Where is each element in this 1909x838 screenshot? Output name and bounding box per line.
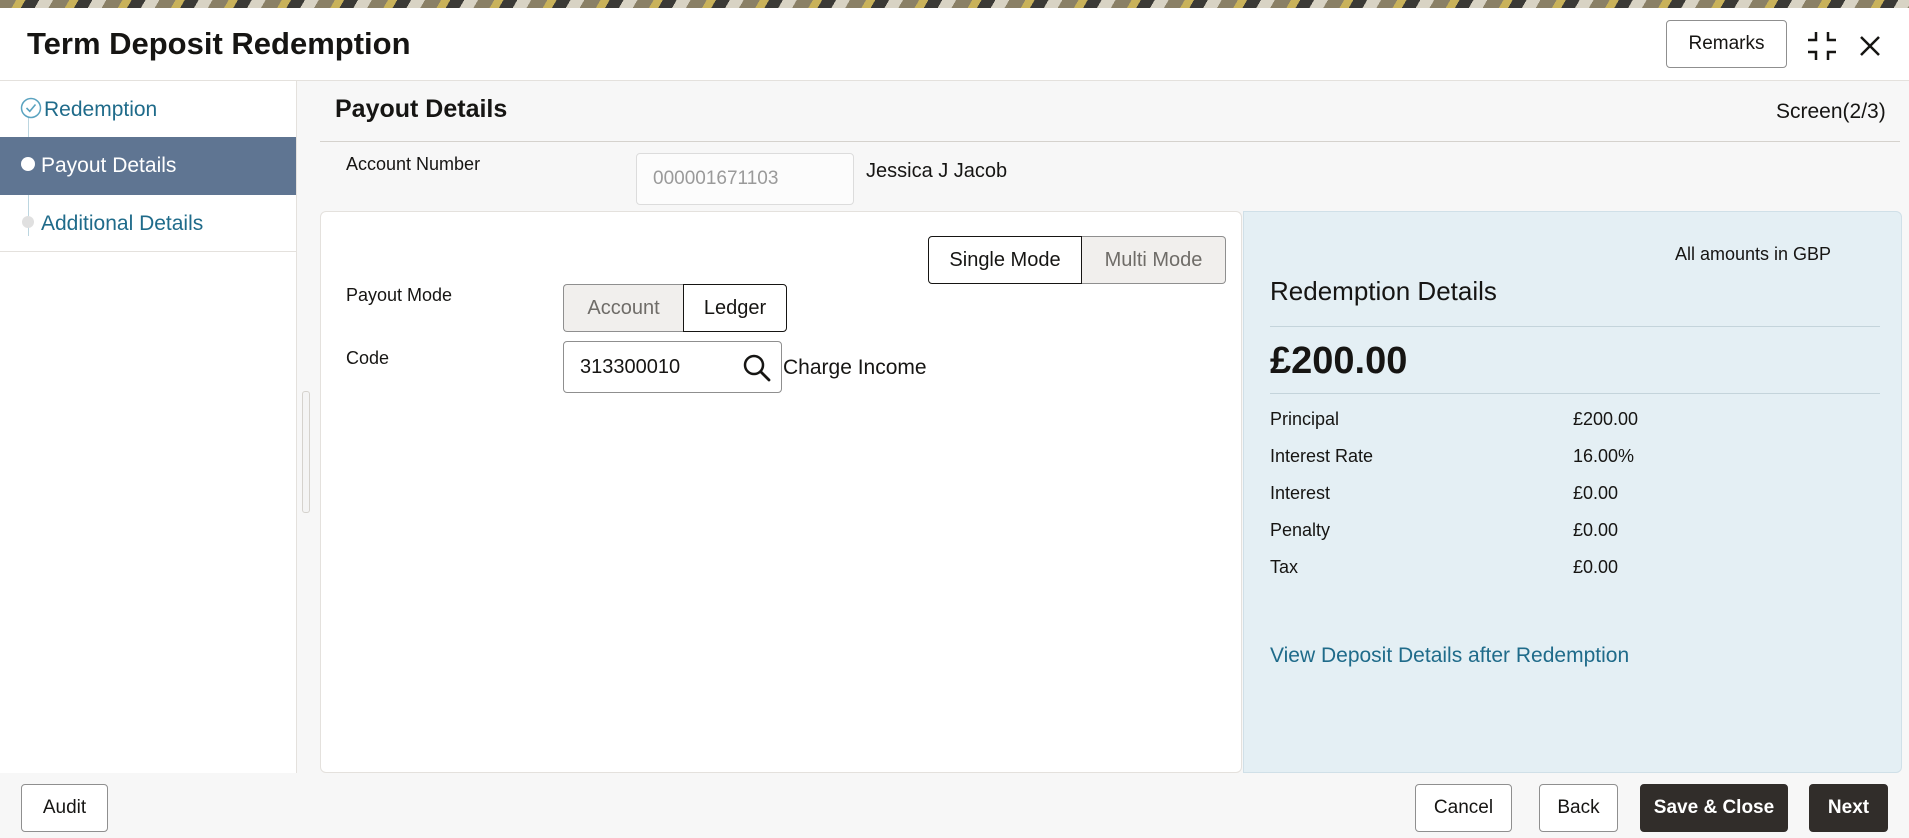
code-input[interactable] [564, 342, 734, 392]
view-deposit-details-link[interactable]: View Deposit Details after Redemption [1270, 644, 1629, 668]
next-button[interactable]: Next [1809, 784, 1888, 832]
summary-row-value: £0.00 [1573, 520, 1619, 540]
page-header: Term Deposit Redemption Remarks [0, 8, 1909, 81]
sidebar-divider [0, 251, 296, 252]
summary-row-label: Interest [1270, 483, 1331, 503]
summary-row-value: £0.00 [1573, 557, 1619, 577]
cancel-button[interactable]: Cancel [1415, 784, 1512, 832]
summary-row: Penalty £0.00 [1270, 520, 1880, 550]
check-circle-icon [20, 97, 42, 124]
account-name: Jessica J Jacob [866, 160, 1008, 182]
summary-row: Principal £200.00 [1270, 409, 1880, 439]
sidebar-step-additional-details[interactable]: Additional Details [0, 195, 296, 253]
summary-row-label: Tax [1270, 557, 1299, 577]
code-label: Code [346, 348, 390, 368]
close-icon[interactable] [1852, 28, 1888, 64]
summary-row-value: 16.00% [1573, 446, 1635, 466]
summary-divider [1270, 393, 1880, 394]
currency-note: All amounts in GBP [1675, 244, 1832, 264]
redemption-total: £200.00 [1270, 340, 1408, 382]
summary-row: Tax £0.00 [1270, 557, 1880, 587]
audit-button[interactable]: Audit [21, 784, 108, 832]
sidebar-resize-handle[interactable] [302, 391, 310, 513]
sidebar-step-label: Redemption [44, 98, 158, 121]
step-dot-icon [20, 156, 36, 177]
summary-row-value: £0.00 [1573, 483, 1619, 503]
account-number-label: Account Number [346, 154, 481, 174]
payout-mode-label: Payout Mode [346, 285, 453, 305]
summary-row-label: Principal [1270, 409, 1340, 429]
screen-indicator: Screen(2/3) [1776, 100, 1886, 123]
remarks-button[interactable]: Remarks [1666, 20, 1787, 68]
sidebar-step-label: Additional Details [41, 212, 204, 235]
summary-title: Redemption Details [1270, 276, 1497, 306]
sidebar-step-payout-details[interactable]: Payout Details [0, 137, 296, 195]
multi-mode-button[interactable]: Multi Mode [1082, 236, 1226, 284]
header-decorative-strip [0, 0, 1909, 8]
back-button[interactable]: Back [1539, 784, 1618, 832]
redemption-summary-panel: All amounts in GBP Redemption Details £2… [1243, 211, 1902, 773]
train-stop-sidebar: Redemption Payout Details Additional Det… [0, 81, 297, 773]
minimize-icon[interactable] [1804, 28, 1840, 64]
summary-row-label: Interest Rate [1270, 446, 1374, 466]
section-title: Payout Details [335, 95, 508, 123]
code-field [563, 341, 782, 393]
code-description: Charge Income [783, 356, 927, 379]
single-mode-button[interactable]: Single Mode [928, 236, 1082, 284]
mode-toggle: Single Mode Multi Mode [928, 236, 1226, 284]
save-close-button[interactable]: Save & Close [1640, 784, 1788, 832]
summary-row-label: Penalty [1270, 520, 1331, 540]
search-icon[interactable] [741, 352, 773, 384]
sidebar-step-label: Payout Details [41, 154, 177, 177]
step-dot-icon [20, 214, 36, 235]
sidebar-step-redemption[interactable]: Redemption [0, 81, 296, 139]
section-divider [320, 141, 1900, 142]
summary-row: Interest Rate 16.00% [1270, 446, 1880, 476]
payout-mode-toggle: Account Ledger [563, 284, 787, 332]
account-number-field[interactable] [636, 153, 854, 205]
summary-row-value: £200.00 [1573, 409, 1639, 429]
page-title: Term Deposit Redemption [27, 26, 411, 61]
summary-row: Interest £0.00 [1270, 483, 1880, 513]
ledger-mode-button[interactable]: Ledger [683, 284, 787, 332]
account-mode-button[interactable]: Account [563, 284, 683, 332]
summary-divider [1270, 326, 1880, 327]
